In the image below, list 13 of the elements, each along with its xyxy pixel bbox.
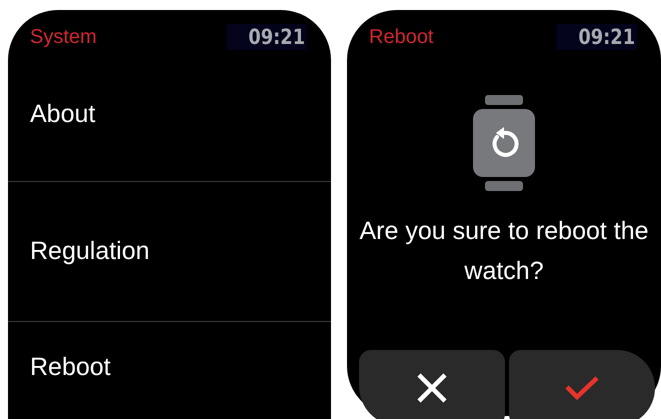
close-icon: [415, 371, 449, 405]
menu-item[interactable]: About: [8, 50, 331, 181]
checkmark-icon: [564, 375, 600, 401]
confirmation-message: Are you sure to reboot the watch?: [359, 216, 649, 287]
menu-item[interactable]: Reboot: [8, 322, 331, 382]
clock-time: 09:21: [556, 24, 637, 50]
watch-restart-icon: [471, 95, 537, 191]
cancel-button[interactable]: [359, 350, 505, 419]
clock-time: 09:21: [226, 24, 307, 50]
screen-title: System: [30, 26, 97, 48]
confirm-button[interactable]: [509, 350, 655, 419]
menu-item[interactable]: Regulation: [8, 182, 331, 321]
screen-title: Reboot: [369, 26, 434, 48]
